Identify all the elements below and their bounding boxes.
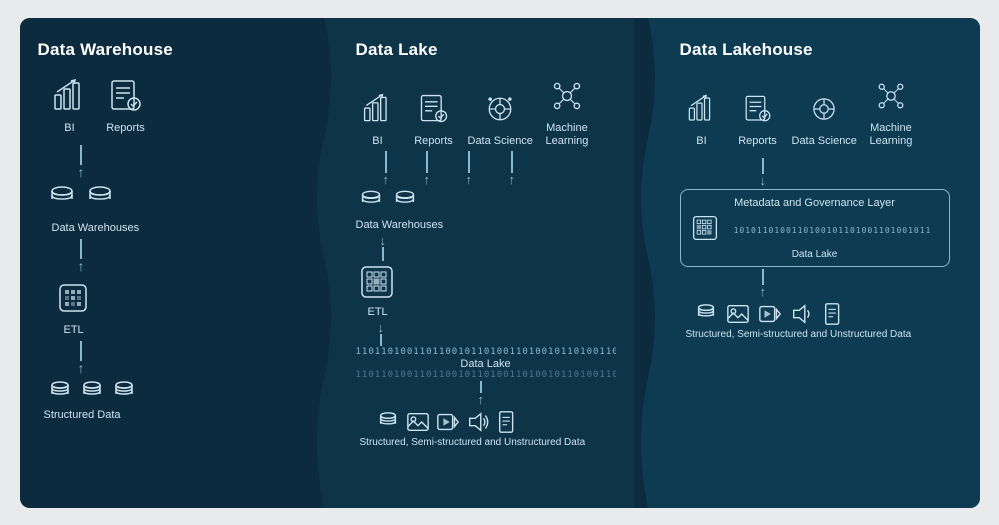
- struct-db-1: [46, 379, 74, 407]
- lake-db-1: [356, 188, 386, 218]
- binary-wave-l: 1101101001101100101101001101001011010011…: [356, 347, 616, 357]
- panel-lake: Data Lake BI: [338, 18, 634, 508]
- etl-label-w: ETL: [64, 324, 84, 337]
- lh-reports-icon: [736, 87, 780, 131]
- reports-icon: [104, 74, 148, 118]
- lake-reports-item: Reports: [412, 87, 456, 148]
- source-video-icon: [436, 410, 460, 434]
- governance-etl-icon: [691, 214, 719, 247]
- lake-bi-icon: [356, 87, 400, 131]
- warehouse-reports-icon-item: Reports: [104, 74, 148, 135]
- db-icon-2: [84, 183, 116, 220]
- etl-label-l: ETL: [368, 306, 388, 319]
- struct-db-3: [110, 379, 138, 407]
- ml-icon: [545, 74, 589, 118]
- lake-title: Data Lake: [356, 40, 438, 60]
- governance-binary: 1010110100110100101101001101001011: [727, 226, 939, 235]
- warehouse-title: Data Warehouse: [38, 40, 173, 60]
- data-lake-area-l: 1101101001101100101101001101001011010011…: [356, 347, 616, 380]
- lake-ml-item: Machine Learning: [545, 74, 589, 148]
- lh-source-audio: [790, 302, 814, 326]
- data-warehouses-label-w: Data Warehouses: [52, 222, 140, 235]
- lh-source-db: [694, 302, 718, 326]
- struct-db-2: [78, 379, 106, 407]
- structured-data-label-w: Structured Data: [44, 409, 121, 422]
- lh-reports-item: Reports: [736, 87, 780, 148]
- diagram-container: Data Warehouse BI: [20, 18, 980, 508]
- bi-label: BI: [64, 122, 74, 135]
- panel-lakehouse: Data Lakehouse BI: [662, 18, 980, 508]
- lh-source-img: [726, 302, 750, 326]
- db-icon-1: [46, 183, 78, 220]
- lake-top-icons: BI Reports: [356, 74, 589, 148]
- lakehouse-title: Data Lakehouse: [680, 40, 813, 60]
- etl-icon-w: [52, 277, 94, 324]
- lake-db-2: [390, 188, 420, 218]
- wave-divider-2: [634, 18, 662, 508]
- lake-label-lh: Data Lake: [691, 249, 939, 260]
- lakehouse-top-icons: BI Reports: [680, 74, 913, 148]
- lake-bottom-icons: [376, 410, 520, 434]
- structured-label-lh: Structured, Semi-structured and Unstruct…: [686, 329, 912, 341]
- wave-divider-1: [310, 18, 338, 508]
- lake-reports-icon: [412, 87, 456, 131]
- lh-bi-item: BI: [680, 87, 724, 148]
- warehouse-top-icons: BI Reports: [48, 74, 148, 135]
- data-warehouses-label-l: Data Warehouses: [356, 219, 444, 232]
- lh-datascience-item: Data Science: [792, 87, 857, 148]
- panel-warehouse: Data Warehouse BI: [20, 18, 310, 508]
- bi-icon: [48, 74, 92, 118]
- lake-datascience-item: Data Science: [468, 87, 533, 148]
- lh-source-doc: [822, 302, 846, 326]
- lh-ml-icon: [869, 74, 913, 118]
- governance-label: Metadata and Governance Layer: [691, 196, 939, 210]
- governance-box: Metadata and Governance Layer: [680, 189, 950, 267]
- data-science-icon: [478, 87, 522, 131]
- source-doc-icon: [496, 410, 520, 434]
- etl-icon-l: [358, 263, 396, 306]
- structured-label-l: Structured, Semi-structured and Unstruct…: [360, 437, 586, 449]
- reports-label-w: Reports: [106, 122, 145, 135]
- lh-datascience-icon: [802, 87, 846, 131]
- lh-ml-item: Machine Learning: [869, 74, 913, 148]
- lh-source-video: [758, 302, 782, 326]
- source-db-icon: [376, 410, 400, 434]
- source-image-icon: [406, 410, 430, 434]
- lake-bi-item: BI: [356, 87, 400, 148]
- lh-bottom-icons: [694, 302, 846, 326]
- source-audio-icon: [466, 410, 490, 434]
- warehouse-bi-icon-item: BI: [48, 74, 92, 135]
- lh-bi-icon: [680, 87, 724, 131]
